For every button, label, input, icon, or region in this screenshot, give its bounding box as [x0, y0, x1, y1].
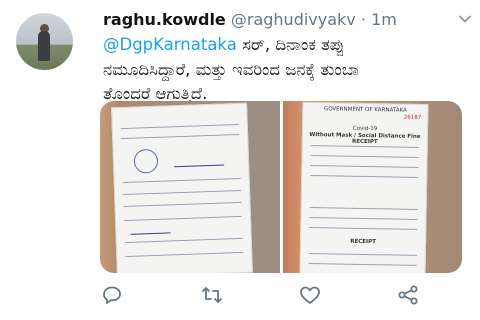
- form-line: [310, 155, 419, 158]
- mention-link[interactable]: @DgpKarnataka: [103, 35, 237, 54]
- seal-stamp: [133, 148, 159, 174]
- share-icon[interactable]: [396, 283, 420, 307]
- reply-icon[interactable]: [100, 283, 124, 307]
- tweet-text-line-1: @DgpKarnataka ಸರ್, ದಿನಾಂಕ ತಪ್ಪು: [103, 33, 465, 58]
- tweet-header: raghu.kowdle @raghudivyakv · 1m: [103, 10, 470, 34]
- form-line: [308, 253, 417, 256]
- display-name[interactable]: raghu.kowdle: [103, 10, 226, 29]
- tweet-text: @DgpKarnataka ಸರ್, ದಿನಾಂಕ ತಪ್ಪು ನಮೂದಿಸಿದ…: [103, 33, 465, 107]
- user-handle[interactable]: @raghudivyakv: [231, 10, 356, 29]
- receipt-paper: GOVERNMENT OF KARNATAKA 26187 Covid-19 W…: [299, 101, 428, 273]
- form-line: [123, 201, 242, 208]
- form-line: [308, 217, 417, 220]
- form-line: [125, 251, 244, 258]
- receipt-label: RECEIPT: [349, 238, 376, 246]
- photo-receipt-right[interactable]: GOVERNMENT OF KARNATAKA 26187 Covid-19 W…: [282, 101, 462, 273]
- like-icon[interactable]: [298, 283, 322, 307]
- form-line: [308, 263, 417, 266]
- media-grid: GOVERNMENT OF KARNATAKA 26187 Covid-19 W…: [100, 101, 462, 273]
- receipt-number: 26187: [403, 114, 421, 121]
- form-line: [308, 227, 417, 230]
- form-line: [122, 177, 241, 184]
- retweet-icon[interactable]: [200, 283, 224, 307]
- user-avatar[interactable]: [16, 13, 73, 70]
- form-line: [121, 133, 240, 140]
- form-line: [309, 165, 418, 168]
- tweet-time[interactable]: 1m: [371, 10, 397, 29]
- tweet-text-line-2: ನಮೂದಿಸಿದ್ದಾರೆ, ಮತ್ತು ಇವರಿಂದ ಜನಕ್ಕೆ ತುಂಬಾ: [103, 59, 359, 79]
- receipt-paper: [111, 102, 253, 273]
- form-line: [124, 237, 243, 244]
- handwriting-scribble: [173, 156, 225, 168]
- form-line: [124, 215, 242, 222]
- receipt-title: Without Mask / Social Distance Fine RECE…: [308, 132, 421, 146]
- caret-down-icon[interactable]: [456, 10, 474, 28]
- tweet-actions: [100, 283, 440, 309]
- form-line: [123, 189, 242, 196]
- photo-receipt-left[interactable]: [100, 101, 280, 273]
- form-line: [120, 123, 239, 130]
- form-line: [309, 175, 418, 178]
- separator-dot: ·: [360, 10, 366, 29]
- avatar-person: [38, 31, 50, 61]
- tweet-text-segment: ಸರ್, ದಿನಾಂಕ ತಪ್ಪು: [236, 35, 345, 54]
- form-line: [309, 207, 418, 210]
- handwriting-scribble: [130, 224, 171, 235]
